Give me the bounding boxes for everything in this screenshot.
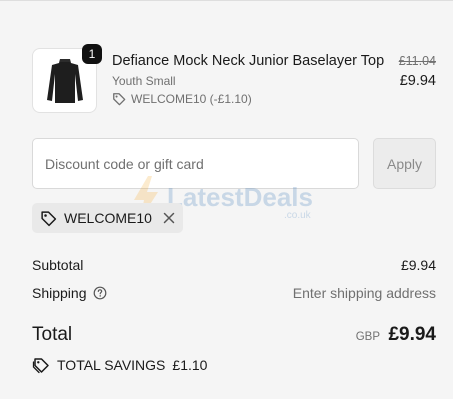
line-item: 1 Defiance Mock Neck Junior Baselayer To… [32,44,436,114]
total-savings: TOTAL SAVINGS £1.10 [32,356,207,374]
product-title: Defiance Mock Neck Junior Baselayer Top [112,53,385,69]
help-icon[interactable] [93,286,107,300]
product-discount-label: WELCOME10 (-£1.10) [131,92,252,106]
current-price: £9.94 [399,73,436,89]
quantity-badge: 1 [82,44,102,64]
close-icon[interactable] [163,212,175,224]
tag-icon [113,93,126,106]
savings-value: £1.10 [172,357,208,373]
shirt-image [46,58,83,103]
total-value: £9.94 [388,324,436,345]
apply-button[interactable]: Apply [373,138,436,189]
shipping-value: Enter shipping address [292,285,436,301]
currency-code: GBP [355,331,380,343]
tag-icon [41,210,57,226]
watermark-sub: .co.uk [284,210,311,221]
total-label: Total [32,324,73,345]
original-price: £11.04 [398,54,436,68]
subtotal-label: Subtotal [32,257,84,273]
product-discount: WELCOME10 (-£1.10) [112,92,252,106]
subtotal-value: £9.94 [400,257,436,273]
applied-code-tag: WELCOME10 [32,203,183,233]
product-variant: Youth Small [112,74,176,88]
discount-code-input[interactable] [32,138,359,189]
savings-label: TOTAL SAVINGS [57,357,166,373]
divider [0,0,453,1]
total-row: Total GBP £9.94 [32,324,436,348]
savings-tag-icon [32,358,49,374]
remove-code-button[interactable] [163,212,175,224]
shipping-label: Shipping [32,285,87,301]
applied-code-label: WELCOME10 [64,210,152,226]
